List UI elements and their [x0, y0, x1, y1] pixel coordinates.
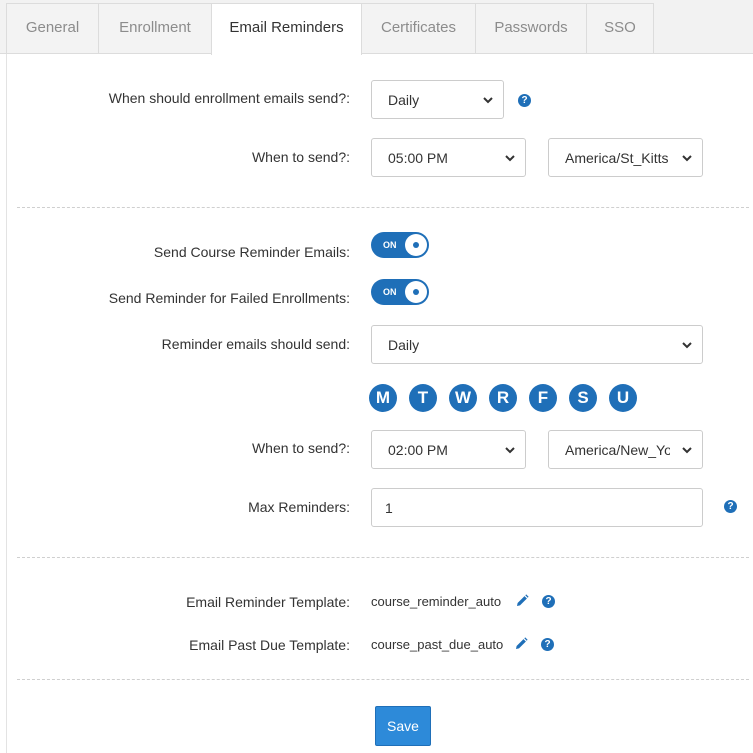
toggle-on-text: ON	[383, 240, 397, 250]
enrollment-frequency-label: When should enrollment emails send?:	[108, 90, 350, 106]
chevron-down-icon	[505, 155, 515, 162]
day-thursday-button[interactable]: R	[489, 384, 517, 412]
enrollment-time-value: 05:00 PM	[388, 150, 448, 166]
tab-enrollment[interactable]: Enrollment	[98, 3, 212, 53]
past-due-template-value: course_past_due_auto	[371, 637, 504, 652]
tab-email-reminders[interactable]: Email Reminders	[211, 3, 362, 55]
reminder-template-value: course_reminder_auto	[371, 594, 502, 609]
day-saturday-button[interactable]: S	[569, 384, 597, 412]
day-wednesday-button[interactable]: W	[449, 384, 477, 412]
course-reminder-label: Send Course Reminder Emails:	[153, 244, 350, 260]
day-tuesday-button[interactable]: T	[409, 384, 437, 412]
failed-enrollment-reminder-toggle[interactable]: ON	[371, 279, 429, 305]
reminder-frequency-label: Reminder emails should send:	[161, 336, 350, 352]
enrollment-timezone-value: America/St_Kitts	[565, 150, 669, 166]
tab-general[interactable]: General	[6, 3, 99, 53]
enrollment-time-label: When to send?:	[251, 149, 350, 165]
day-friday-button[interactable]: F	[529, 384, 557, 412]
tab-certificates[interactable]: Certificates	[361, 3, 476, 53]
day-monday-button[interactable]: M	[369, 384, 397, 412]
chevron-down-icon	[682, 342, 692, 349]
enrollment-timezone-select[interactable]: America/St_Kitts	[548, 138, 703, 177]
failed-enrollment-reminder-label: Send Reminder for Failed Enrollments:	[108, 290, 350, 306]
help-icon[interactable]: ?	[542, 595, 555, 608]
reminder-frequency-select[interactable]: Daily	[371, 325, 703, 364]
toggle-knob	[405, 234, 427, 256]
section-divider	[17, 557, 749, 558]
chevron-down-icon	[483, 97, 493, 104]
tab-sso[interactable]: SSO	[586, 3, 654, 53]
max-reminders-input[interactable]: 1	[371, 488, 703, 527]
enrollment-frequency-value: Daily	[388, 92, 420, 108]
enrollment-frequency-select[interactable]: Daily	[371, 80, 504, 119]
course-reminder-toggle[interactable]: ON	[371, 232, 429, 258]
help-icon[interactable]: ?	[518, 94, 531, 107]
past-due-template-label: Email Past Due Template:	[189, 637, 350, 653]
section-divider	[17, 207, 749, 208]
reminder-timezone-select[interactable]: America/New_York	[548, 430, 703, 469]
enrollment-time-select[interactable]: 05:00 PM	[371, 138, 526, 177]
pencil-icon[interactable]	[515, 594, 529, 608]
reminder-time-label: When to send?:	[251, 440, 350, 456]
chevron-down-icon	[682, 447, 692, 454]
toggle-on-text: ON	[383, 287, 397, 297]
section-divider	[17, 679, 749, 680]
max-reminders-label: Max Reminders:	[248, 499, 350, 515]
reminder-time-select[interactable]: 02:00 PM	[371, 430, 526, 469]
pencil-icon[interactable]	[514, 637, 528, 651]
chevron-down-icon	[682, 155, 692, 162]
reminder-timezone-value: America/New_York	[565, 442, 670, 458]
toggle-knob	[405, 281, 427, 303]
help-icon[interactable]: ?	[724, 500, 737, 513]
tab-passwords[interactable]: Passwords	[475, 3, 587, 53]
help-icon[interactable]: ?	[541, 638, 554, 651]
day-sunday-button[interactable]: U	[609, 384, 637, 412]
reminder-template-label: Email Reminder Template:	[186, 594, 350, 610]
save-button[interactable]: Save	[375, 706, 431, 746]
reminder-frequency-value: Daily	[388, 337, 420, 353]
chevron-down-icon	[505, 447, 515, 454]
reminder-time-value: 02:00 PM	[388, 442, 448, 458]
